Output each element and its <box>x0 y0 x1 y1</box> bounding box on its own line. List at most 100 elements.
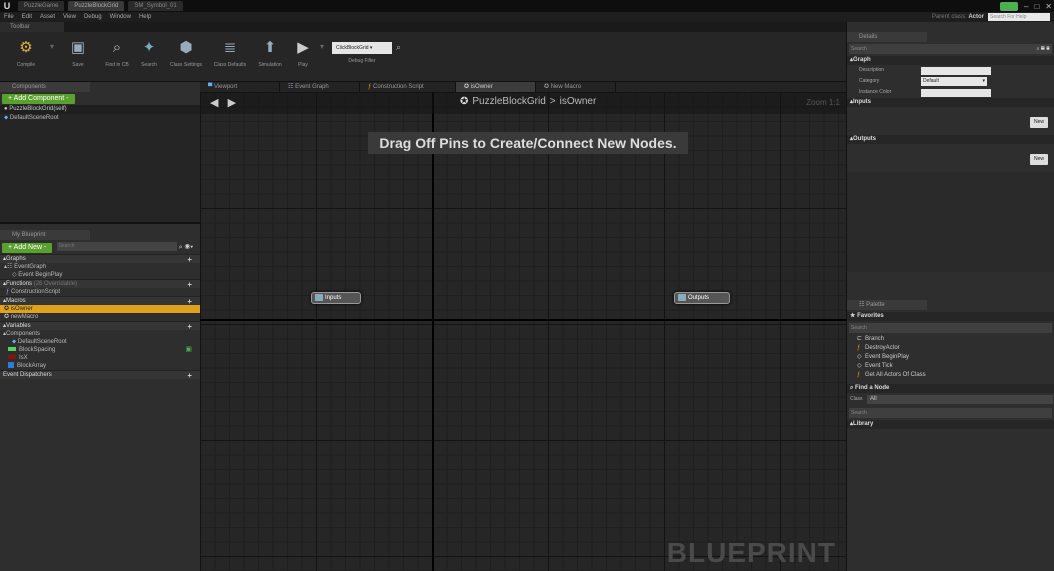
graph-section-header[interactable]: ▴Graph <box>847 56 1054 65</box>
description-input[interactable] <box>921 67 991 75</box>
breadcrumb-root[interactable]: PuzzleBlockGrid <box>472 96 545 107</box>
graphs-section[interactable]: ▴Graphs + <box>0 254 200 264</box>
var-block-spacing[interactable]: BlockSpacing ▣ <box>0 346 200 354</box>
details-tab[interactable]: Details <box>847 32 927 42</box>
play-button[interactable]: ▶ Play <box>288 36 318 68</box>
compile-label: Compile <box>16 62 36 68</box>
visibility-eye-icon[interactable]: ▣ <box>185 346 192 354</box>
view-options-icon[interactable]: ⌕ ◉▾ <box>179 244 193 251</box>
event-graph-item[interactable]: ▴☷ EventGraph <box>0 263 200 271</box>
class-settings-button[interactable]: ⬢ Class Settings <box>164 36 208 68</box>
debug-object-value: ClickBlockGrid <box>336 45 369 51</box>
new-input-button[interactable]: New <box>1030 117 1048 128</box>
inputs-node[interactable]: Inputs <box>311 292 361 304</box>
doc-tab-puzzleblockgrid[interactable]: PuzzleBlockGrid <box>68 1 125 11</box>
macros-header: Macros <box>6 298 26 304</box>
variables-section[interactable]: ▴Variables + <box>0 321 200 331</box>
category-select[interactable]: Default <box>921 77 987 86</box>
find-node-header[interactable]: ⌕ Find a Node <box>847 384 1054 393</box>
event-dispatchers-section[interactable]: Event Dispatchers + <box>0 370 200 380</box>
tab-event-graph[interactable]: ☷ Event Graph <box>280 82 360 92</box>
construction-script-item[interactable]: ƒ ConstructionScript <box>0 288 200 296</box>
tab-viewport[interactable]: ▀ Viewport <box>200 82 280 92</box>
back-arrow-icon[interactable]: ◀ <box>210 97 218 109</box>
macro-newmacro-item[interactable]: ✪ newMacro <box>0 313 200 321</box>
tab-new-macro[interactable]: ✪ New Macro <box>536 82 616 92</box>
macro-isowner-item[interactable]: ✪ isOwner <box>0 305 200 313</box>
outputs-section-header[interactable]: ▴Outputs <box>847 135 1054 144</box>
menu-asset[interactable]: Asset <box>40 14 55 20</box>
menu-file[interactable]: File <box>4 14 14 20</box>
var-block-array[interactable]: BlockArray <box>0 362 200 370</box>
minimize-icon[interactable]: – <box>1024 2 1028 11</box>
tab-isowner[interactable]: ✪ isOwner <box>456 82 536 92</box>
forward-arrow-icon[interactable]: ▶ <box>228 97 236 109</box>
functions-section[interactable]: ▴Functions (26 Overridable) + <box>0 279 200 289</box>
palette-item-event-begin-play[interactable]: ◇ Event BeginPlay <box>847 353 1054 362</box>
parent-class-value[interactable]: Actor <box>968 14 984 20</box>
inputs-node-label: Inputs <box>325 295 342 301</box>
favorites-header[interactable]: ★ Favorites <box>847 312 1054 321</box>
palette-tab[interactable]: ☷ Palette <box>847 300 927 310</box>
components-subsection[interactable]: ▴Components <box>0 330 200 338</box>
class-filter-select[interactable]: All <box>867 395 1053 404</box>
doc-tab-puzzlegame[interactable]: PuzzleGame <box>18 1 65 11</box>
default-scene-root-row[interactable]: ⬥ DefaultSceneRoot <box>0 114 200 122</box>
add-component-button[interactable]: + Add Component - <box>2 94 75 104</box>
find-in-cb-button[interactable]: ⌕ Find in CB <box>100 36 134 69</box>
play-options-chevron-icon[interactable]: ▾ <box>318 36 326 58</box>
details-inputs-header: Inputs <box>853 99 872 105</box>
compile-options-chevron-icon[interactable]: ▾ <box>48 36 56 58</box>
debug-search-icon[interactable]: ⌕ <box>396 42 401 53</box>
menu-debug[interactable]: Debug <box>84 14 102 20</box>
maximize-icon[interactable]: □ <box>1034 2 1039 11</box>
self-component-row[interactable]: ● PuzzleBlockGrid(self) <box>0 105 200 114</box>
breadcrumb-separator: > <box>549 96 556 107</box>
doc-tab-sm-symbol[interactable]: SM_Symbol_01 <box>128 1 183 11</box>
class-defaults-button[interactable]: ≣ Class Defaults <box>208 36 252 68</box>
palette-item-event-tick[interactable]: ◇ Event Tick <box>847 362 1054 371</box>
components-toolbar: + Add Component - <box>0 92 200 105</box>
search-button[interactable]: ✦ Search <box>134 36 164 68</box>
palette-item-destroy-actor[interactable]: ƒ DestroyActor <box>847 344 1054 353</box>
add-new-button[interactable]: + Add New - <box>2 243 53 253</box>
compile-button[interactable]: ⚙ Compile <box>4 36 48 68</box>
save-button[interactable]: ▣ Save <box>56 36 100 68</box>
palette-search-input[interactable]: Search <box>849 323 1052 333</box>
menu-bar: File Edit Asset View Debug Window Help P… <box>0 12 1054 22</box>
add-dispatcher-icon[interactable]: + <box>187 371 192 380</box>
library-search-input[interactable]: Search <box>849 408 1052 418</box>
outputs-node[interactable]: Outputs <box>674 292 730 304</box>
details-view-options-icon[interactable]: ⌕ ▦ ◉ <box>1037 44 1050 54</box>
event-begin-play-item[interactable]: ◇ Event BeginPlay <box>0 271 200 279</box>
graph-editor[interactable]: ◀ ▶ ✪ PuzzleBlockGrid > isOwner Zoom 1:1… <box>200 92 846 571</box>
library-header[interactable]: ▴Library <box>847 420 1054 429</box>
tab-construction-script[interactable]: ƒ Construction Script <box>360 82 456 92</box>
instance-color-input[interactable] <box>921 89 991 97</box>
menu-edit[interactable]: Edit <box>22 14 32 20</box>
new-output-button[interactable]: New <box>1030 154 1048 165</box>
simulation-button[interactable]: ⬆ Simulation <box>252 36 288 68</box>
instance-color-label: Instance Color <box>859 89 892 95</box>
variables-header: Variables <box>6 323 31 329</box>
inputs-section-header[interactable]: ▴Inputs <box>847 98 1054 107</box>
toolbar-tab[interactable]: Toolbar <box>0 22 64 32</box>
source-control-icon[interactable] <box>1000 1 1018 11</box>
components-tab[interactable]: Components <box>0 82 90 92</box>
palette-item-get-all-actors[interactable]: ƒ Get All Actors Of Class <box>847 371 1054 380</box>
var-is-x[interactable]: IsX <box>0 354 200 362</box>
menu-help[interactable]: Help <box>139 14 151 20</box>
search-help-input[interactable]: Search For Help <box>988 13 1050 21</box>
debug-object-select[interactable]: ClickBlockGrid ▾ <box>332 42 392 54</box>
details-search-input[interactable]: Search ⌕ ▦ ◉ <box>849 44 1052 54</box>
menu-window[interactable]: Window <box>110 14 131 20</box>
var-default-scene-root[interactable]: ⬥ DefaultSceneRoot <box>0 338 200 346</box>
menu-view[interactable]: View <box>63 14 76 20</box>
right-panel: Details Search ⌕ ▦ ◉ ▴Graph Description … <box>846 22 1054 571</box>
macros-section[interactable]: ▴Macros + <box>0 296 200 306</box>
palette-item-branch[interactable]: ⊏ Branch <box>847 335 1054 344</box>
my-blueprint-search-input[interactable]: Search <box>56 242 177 252</box>
my-blueprint-tab[interactable]: My Blueprint <box>0 230 90 240</box>
close-icon[interactable]: ✕ <box>1045 2 1052 11</box>
default-scene-root-label: DefaultSceneRoot <box>9 115 59 121</box>
